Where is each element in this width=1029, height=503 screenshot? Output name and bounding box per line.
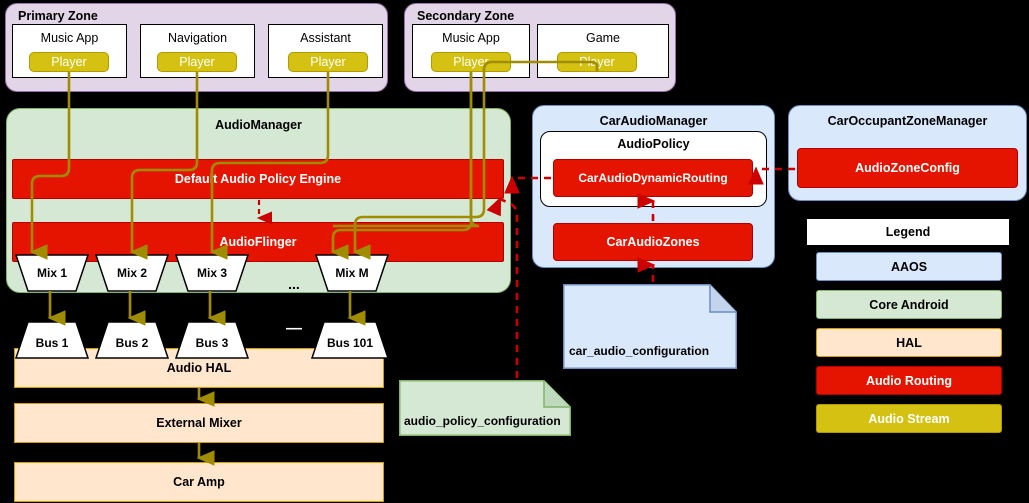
player-chip: Player [557,52,637,72]
mix-label: Mix 3 [196,266,227,280]
player-chip: Player [29,52,109,72]
audio-manager-title: AudioManager [215,118,302,132]
legend-item-hal: HAL [816,328,1002,357]
audio-zone-config-box: AudioZoneConfig [797,148,1018,188]
bus-ellipsis: — [286,320,302,337]
bus-shape-3: Bus 3 [174,321,250,359]
mix-ellipsis: ... [288,276,300,292]
diagram-canvas: Primary Zone Music App Player Navigation… [0,0,1029,503]
bus-shape-2: Bus 2 [94,321,170,359]
app-title: Navigation [167,31,228,45]
legend-item-audio-stream: Audio Stream [816,404,1002,433]
app-title: Assistant [300,31,351,45]
car-audio-manager-title: CarAudioManager [599,114,708,128]
mix-label: Mix M [335,266,369,280]
car-amp-layer: Car Amp [14,462,384,502]
note-label: audio_policy_configuration [404,414,561,428]
legend-title: Legend [807,219,1009,245]
legend-item-core-android: Core Android [816,290,1002,319]
bus-label: Bus 3 [195,336,229,350]
mix-shape-m: Mix M [314,254,390,292]
car-audio-dynamic-routing-box: CarAudioDynamicRouting [553,159,753,197]
mix-shape-3: Mix 3 [174,254,250,292]
app-title: Game [585,31,621,45]
note-label: car_audio_configuration [569,344,710,358]
mix-shape-2: Mix 2 [94,254,170,292]
audio-policy-configuration-note: audio_policy_configuration [399,380,571,436]
legend-container: Legend AAOS Core Android HAL Audio Routi… [806,218,1010,440]
default-audio-policy-engine-box: Default Audio Policy Engine [12,159,504,199]
app-title: Music App [442,31,500,45]
bus-label: Bus 2 [115,336,149,350]
bus-label: Bus 1 [35,336,69,350]
bus-shape-101: Bus 101 [310,321,390,359]
player-chip: Player [157,52,237,72]
app-title: Music App [40,31,99,45]
secondary-zone-title: Secondary Zone [417,9,515,23]
player-chip: Player [431,52,511,72]
audio-policy-title: AudioPolicy [617,137,690,151]
mix-shape-1: Mix 1 [14,254,90,292]
legend-item-aaos: AAOS [816,252,1002,281]
bus-label: Bus 101 [326,336,374,350]
legend-item-audio-routing: Audio Routing [816,366,1002,395]
car-audio-zones-box: CarAudioZones [553,223,753,261]
primary-zone-title: Primary Zone [18,9,98,23]
car-occupant-zone-manager-title: CarOccupantZoneManager [827,114,988,128]
car-audio-configuration-note: car_audio_configuration [563,284,737,369]
external-mixer-layer: External Mixer [14,403,384,443]
mix-label: Mix 2 [116,266,147,280]
mix-label: Mix 1 [36,266,67,280]
bus-shape-1: Bus 1 [14,321,90,359]
player-chip: Player [288,52,368,72]
